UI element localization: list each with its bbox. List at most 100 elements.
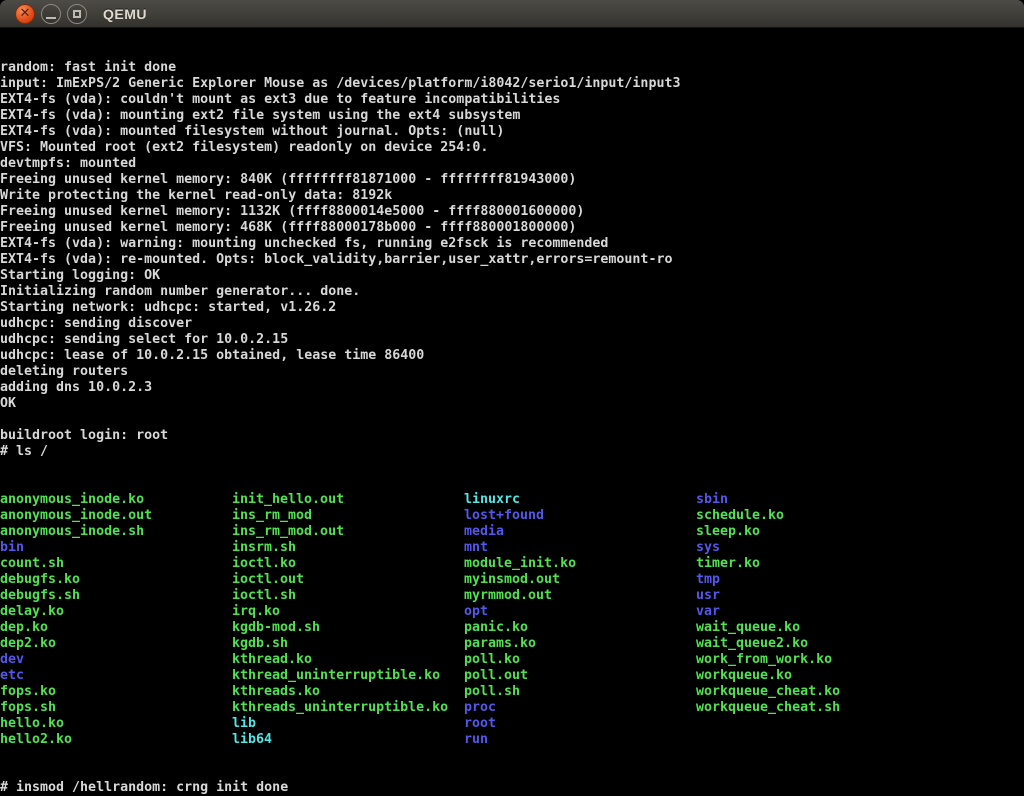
console-line: buildroot login: root [0,428,1024,444]
console-line [0,412,1024,428]
file-entry: anonymous_inode.sh [0,524,232,540]
console-line: Starting logging: OK [0,268,1024,284]
file-entry: sys [696,540,928,556]
file-entry: timer.ko [696,556,928,572]
console-line: EXT4-fs (vda): re-mounted. Opts: block_v… [0,252,1024,268]
file-entry: fops.ko [0,684,232,700]
file-entry: run [464,732,696,748]
file-entry: lib64 [232,732,464,748]
console-line: deleting routers [0,364,1024,380]
file-entry: bin [0,540,232,556]
terminal-screen[interactable]: random: fast init doneinput: ImExPS/2 Ge… [0,28,1024,796]
file-entry: workqueue.ko [696,668,928,684]
file-entry: ins_rm_mod [232,508,464,524]
file-entry: anonymous_inode.ko [0,492,232,508]
console-line: adding dns 10.0.2.3 [0,380,1024,396]
console-line: Freeing unused kernel memory: 840K (ffff… [0,172,1024,188]
file-entry: anonymous_inode.out [0,508,232,524]
file-entry: irq.ko [232,604,464,620]
console-line: Starting network: udhcpc: started, v1.26… [0,300,1024,316]
file-entry: kgdb-mod.sh [232,620,464,636]
file-entry: init_hello.out [232,492,464,508]
console-line: udhcpc: sending select for 10.0.2.15 [0,332,1024,348]
console-line: # insmod /hellrandom: crng init done [0,780,1024,796]
file-entry: insrm.sh [232,540,464,556]
empty-cell [696,732,928,748]
console-line: EXT4-fs (vda): warning: mounting uncheck… [0,236,1024,252]
file-entry: proc [464,700,696,716]
window-titlebar[interactable]: ✕ QEMU [0,0,1024,28]
console-line: # ls / [0,444,1024,460]
boot-log: random: fast init doneinput: ImExPS/2 Ge… [0,60,1024,460]
file-entry: ioctl.ko [232,556,464,572]
file-entry: dev [0,652,232,668]
file-entry: root [464,716,696,732]
close-icon: ✕ [16,5,34,23]
file-entry: sbin [696,492,928,508]
file-entry: etc [0,668,232,684]
file-entry: sleep.ko [696,524,928,540]
console-line: udhcpc: lease of 10.0.2.15 obtained, lea… [0,348,1024,364]
empty-cell [696,716,928,732]
console-line: input: ImExPS/2 Generic Explorer Mouse a… [0,76,1024,92]
console-line: Write protecting the kernel read-only da… [0,188,1024,204]
file-entry: kthread.ko [232,652,464,668]
file-entry: workqueue_cheat.sh [696,700,928,716]
file-entry: wait_queue.ko [696,620,928,636]
file-entry: kthread_uninterruptible.ko [232,668,464,684]
file-entry: work_from_work.ko [696,652,928,668]
window-title: QEMU [103,6,147,22]
file-entry: var [696,604,928,620]
file-entry: tmp [696,572,928,588]
maximize-button[interactable] [67,4,87,24]
file-entry: kthreads.ko [232,684,464,700]
file-entry: myinsmod.out [464,572,696,588]
minimize-icon [46,17,56,19]
file-entry: lost+found [464,508,696,524]
file-entry: fops.sh [0,700,232,716]
file-entry: kthreads_uninterruptible.ko [232,700,464,716]
console-line: OK [0,396,1024,412]
file-entry: poll.sh [464,684,696,700]
close-button[interactable]: ✕ [15,4,35,24]
console-line: random: fast init done [0,60,1024,76]
file-entry: hello.ko [0,716,232,732]
file-entry: wait_queue2.ko [696,636,928,652]
console-line: udhcpc: sending discover [0,316,1024,332]
file-entry: module_init.ko [464,556,696,572]
console-line: EXT4-fs (vda): mounted filesystem withou… [0,124,1024,140]
file-entry: dep.ko [0,620,232,636]
file-entry: mnt [464,540,696,556]
file-entry: ins_rm_mod.out [232,524,464,540]
file-entry: dep2.ko [0,636,232,652]
console-line: EXT4-fs (vda): mounting ext2 file system… [0,108,1024,124]
console-line: Initializing random number generator... … [0,284,1024,300]
file-entry: media [464,524,696,540]
file-entry: usr [696,588,928,604]
file-entry: poll.ko [464,652,696,668]
console-line: Freeing unused kernel memory: 468K (ffff… [0,220,1024,236]
file-entry: myrmmod.out [464,588,696,604]
console-line: VFS: Mounted root (ext2 filesystem) read… [0,140,1024,156]
file-entry: linuxrc [464,492,696,508]
file-entry: ioctl.sh [232,588,464,604]
file-entry: panic.ko [464,620,696,636]
file-entry: poll.out [464,668,696,684]
maximize-icon [73,10,81,18]
shell-log: # insmod /hellrandom: crng init done# in… [0,780,1024,796]
file-entry: schedule.ko [696,508,928,524]
console-line: devtmpfs: mounted [0,156,1024,172]
ls-output-grid: anonymous_inode.koinit_hello.outlinuxrcs… [0,492,1024,748]
file-entry: delay.ko [0,604,232,620]
file-entry: count.sh [0,556,232,572]
file-entry: hello2.ko [0,732,232,748]
file-entry: debugfs.ko [0,572,232,588]
console-line: Freeing unused kernel memory: 1132K (fff… [0,204,1024,220]
file-entry: opt [464,604,696,620]
file-entry: debugfs.sh [0,588,232,604]
file-entry: workqueue_cheat.ko [696,684,928,700]
file-entry: kgdb.sh [232,636,464,652]
minimize-button[interactable] [41,4,61,24]
file-entry: lib [232,716,464,732]
file-entry: ioctl.out [232,572,464,588]
